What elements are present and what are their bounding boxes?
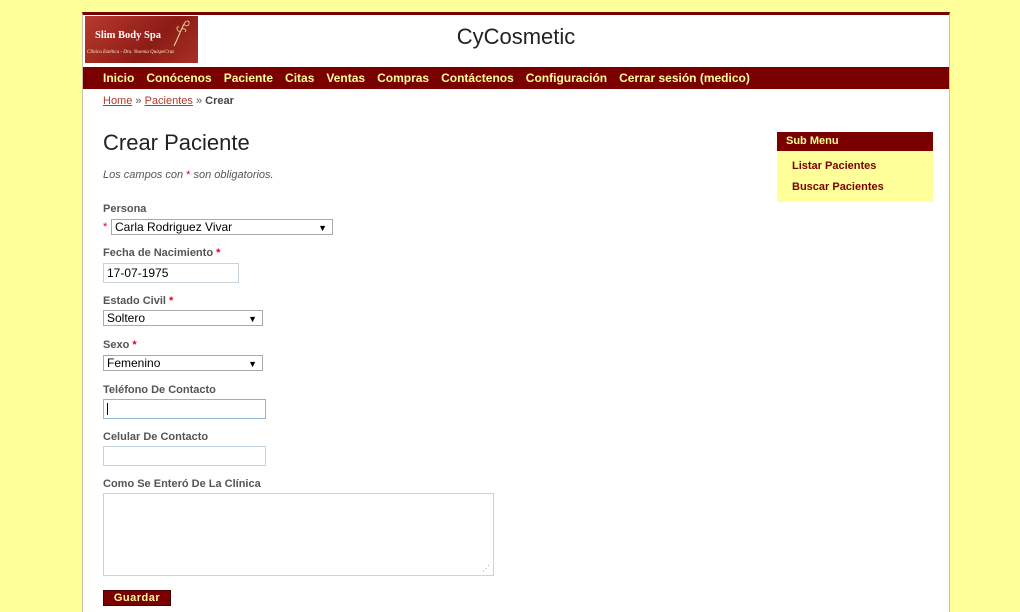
estado-civil-label-text: Estado Civil (103, 295, 166, 307)
fecha-required-mark: * (216, 247, 221, 259)
telefono-label: Teléfono De Contacto (103, 384, 216, 396)
sexo-required-mark: * (132, 339, 137, 351)
sub-menu-item-listar-pacientes[interactable]: Listar Pacientes (777, 156, 933, 177)
breadcrumb-separator: » (135, 95, 142, 107)
estado-civil-select[interactable]: Soltero ▼ (103, 310, 263, 326)
required-note-prefix: Los campos con (103, 169, 187, 181)
sub-menu-title: Sub Menu (777, 132, 933, 151)
page-title: Crear Paciente (103, 130, 250, 155)
breadcrumb: Home » Pacientes » Crear (103, 95, 234, 107)
persona-selected-value: Carla Rodriguez Vivar (115, 220, 233, 234)
menu-item-compras[interactable]: Compras (371, 67, 435, 89)
celular-label: Celular De Contacto (103, 431, 209, 443)
sexo-select[interactable]: Femenino ▼ (103, 355, 263, 371)
como-se-entero-label: Como Se Enteró De La Clínica (103, 478, 261, 490)
breadcrumb-home-link[interactable]: Home (103, 95, 132, 107)
menu-item-contactenos[interactable]: Contáctenos (435, 67, 520, 89)
menu-item-inicio[interactable]: Inicio (97, 67, 140, 89)
site-title: CyCosmetic (456, 24, 576, 49)
dropdown-arrow-icon: ▼ (248, 359, 257, 369)
fecha-nacimiento-input[interactable]: 17-07-1975 (103, 263, 239, 283)
save-button[interactable]: Guardar (103, 590, 171, 606)
dropdown-arrow-icon: ▼ (248, 314, 257, 324)
breadcrumb-current: Crear (205, 95, 234, 107)
sexo-selected-value: Femenino (107, 356, 161, 370)
page-container: Slim Body Spa Clínica Estética - Dra. Ye… (82, 12, 950, 612)
breadcrumb-pacientes-link[interactable]: Pacientes (145, 95, 193, 107)
menu-item-cerrar-sesion[interactable]: Cerrar sesión (medico) (613, 67, 756, 89)
estado-civil-required-mark: * (169, 295, 174, 307)
breadcrumb-separator: » (195, 95, 203, 107)
sexo-label-text: Sexo (103, 339, 130, 351)
main-menu: Inicio Conócenos Paciente Citas Ventas C… (83, 67, 949, 89)
persona-required-mark: * (103, 221, 108, 233)
header: Slim Body Spa Clínica Estética - Dra. Ye… (83, 15, 949, 65)
menu-item-paciente[interactable]: Paciente (218, 67, 279, 89)
required-note: Los campos con * son obligatorios. (103, 169, 274, 181)
logo-subtitle: Clínica Estética - Dra. Yesenia QuispeCr… (87, 50, 175, 55)
como-se-entero-textarea[interactable]: ⋰ (103, 493, 494, 576)
fecha-label-text: Fecha de Nacimiento (103, 247, 214, 259)
persona-select[interactable]: Carla Rodriguez Vivar ▼ (111, 219, 333, 235)
sub-menu: Sub Menu Listar Pacientes Buscar Pacient… (777, 132, 933, 202)
sexo-label: Sexo * (103, 339, 137, 351)
required-note-suffix: son obligatorios. (190, 169, 274, 181)
resize-grip-icon[interactable]: ⋰ (482, 564, 490, 573)
fecha-label: Fecha de Nacimiento * (103, 247, 220, 259)
menu-item-ventas[interactable]: Ventas (320, 67, 371, 89)
telefono-input[interactable] (103, 399, 266, 419)
persona-label: Persona (103, 203, 147, 215)
text-cursor (107, 403, 108, 416)
celular-input[interactable] (103, 446, 266, 466)
estado-civil-label: Estado Civil * (103, 295, 173, 307)
menu-item-conocenos[interactable]: Conócenos (140, 67, 217, 89)
estado-civil-selected-value: Soltero (107, 311, 146, 325)
dropdown-arrow-icon: ▼ (318, 223, 327, 233)
menu-item-configuracion[interactable]: Configuración (520, 67, 613, 89)
sub-menu-item-buscar-pacientes[interactable]: Buscar Pacientes (777, 177, 933, 198)
menu-item-citas[interactable]: Citas (279, 67, 320, 89)
